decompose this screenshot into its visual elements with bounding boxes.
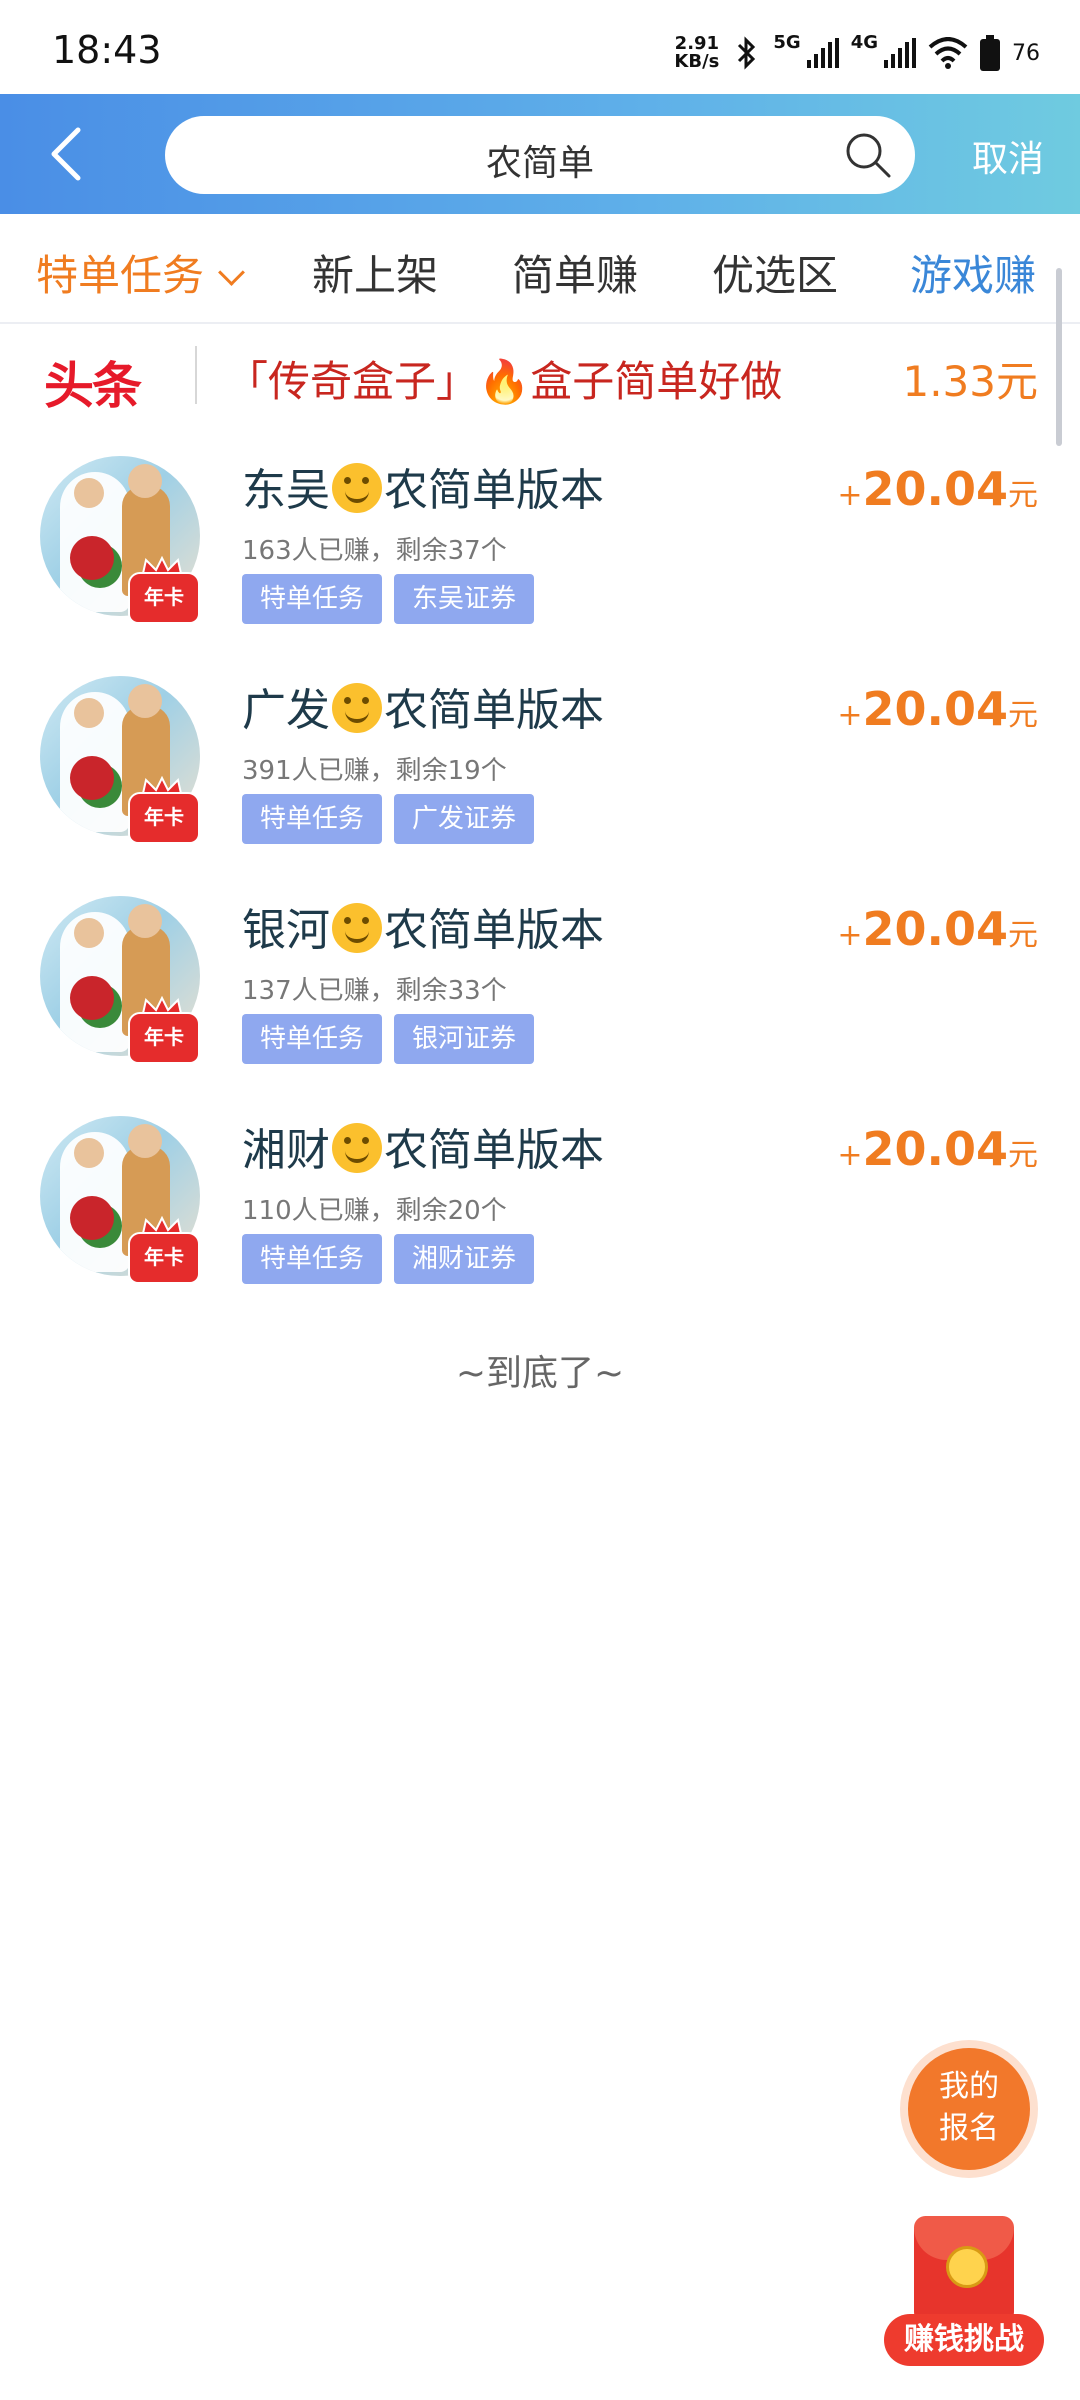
headline-banner[interactable]: 头条 「传奇盒子」🔥盒子简单好做 1.33元: [0, 324, 1080, 424]
status-icons: 2.91 KB/s 5G 4G 76: [674, 30, 1040, 76]
end-of-list-text: ~到底了~: [455, 1353, 625, 1394]
task-stats: 110人已赚，剩余20个: [242, 1196, 507, 1226]
task-list-item[interactable]: 年卡 银河 农简单版本 137人已赚，剩余33个 特单任务 银河证券 +20.04…: [0, 874, 1080, 1084]
headline-text[interactable]: 「传奇盒子」🔥盒子简单好做: [226, 348, 782, 409]
tag-category: 特单任务: [242, 574, 383, 624]
back-arrow-icon[interactable]: [40, 124, 100, 184]
earn-challenge-button[interactable]: 赚钱挑战: [884, 2216, 1044, 2366]
network-speed: 2.91 KB/s: [674, 33, 720, 72]
task-reward: +20.04元: [837, 462, 1038, 516]
hugging-face-emoji-icon: [332, 683, 382, 733]
cancel-button[interactable]: 取消: [972, 130, 1044, 182]
signal-5g-label: 5G: [773, 32, 801, 53]
tab-game-earn[interactable]: 游戏赚: [910, 242, 1036, 303]
task-reward: +20.04元: [837, 902, 1038, 956]
task-stats: 137人已赚，剩余33个: [242, 976, 507, 1006]
annual-card-badge: 年卡: [128, 1012, 200, 1064]
tag-broker: 银河证券: [394, 1014, 535, 1064]
task-list-item[interactable]: 年卡 东吴 农简单版本 163人已赚，剩余37个 特单任务 东吴证券 +20.04…: [0, 434, 1080, 644]
search-query[interactable]: 农简单: [165, 134, 915, 186]
annual-card-badge: 年卡: [128, 792, 200, 844]
tab-simple-earn[interactable]: 简单赚: [512, 242, 638, 303]
my-signups-button[interactable]: 我的 报名: [908, 2048, 1030, 2170]
task-title: 银河 农简单版本: [242, 903, 604, 956]
signal-4g-icon: [884, 38, 916, 68]
hugging-face-emoji-icon: [332, 463, 382, 513]
task-reward: +20.04元: [837, 682, 1038, 736]
search-input[interactable]: 农简单: [165, 116, 915, 194]
task-list-item[interactable]: 年卡 湘财 农简单版本 110人已赚，剩余20个 特单任务 湘财证券 +20.04…: [0, 1094, 1080, 1304]
hugging-face-emoji-icon: [332, 903, 382, 953]
clock: 18:43: [52, 28, 162, 72]
earn-challenge-label: 赚钱挑战: [884, 2314, 1044, 2366]
tab-new-arrivals[interactable]: 新上架: [312, 242, 438, 303]
annual-card-badge: 年卡: [128, 1232, 200, 1284]
chevron-down-icon: [218, 259, 245, 286]
divider: [195, 346, 197, 404]
headline-logo: 头条: [44, 357, 142, 415]
headline-price: 1.33元: [902, 357, 1038, 406]
signal-5g-icon: [806, 38, 839, 68]
task-title: 东吴 农简单版本: [242, 463, 604, 516]
task-reward: +20.04元: [837, 1122, 1038, 1176]
annual-card-badge: 年卡: [128, 572, 200, 624]
tag-broker: 东吴证券: [394, 574, 535, 624]
task-stats: 163人已赚，剩余37个: [242, 536, 507, 566]
red-envelope-icon: [914, 2216, 1014, 2326]
search-header: 农简单 取消: [0, 94, 1080, 214]
tab-selected-zone[interactable]: 优选区: [712, 242, 838, 303]
status-bar: 18:43 2.91 KB/s 5G 4G 76: [0, 0, 1080, 94]
wifi-icon: [928, 37, 968, 69]
category-tabs: 特单任务 新上架 简单赚 优选区 游戏赚: [0, 214, 1080, 324]
tag-broker: 湘财证券: [394, 1234, 535, 1284]
task-title: 湘财 农简单版本: [242, 1123, 604, 1176]
tag-category: 特单任务: [242, 1014, 383, 1064]
battery-level: 76: [1012, 40, 1040, 66]
task-title: 广发 农简单版本: [242, 683, 604, 736]
tag-category: 特单任务: [242, 1234, 383, 1284]
battery-icon: [980, 35, 1000, 71]
search-icon[interactable]: [843, 130, 893, 180]
hugging-face-emoji-icon: [332, 1123, 382, 1173]
tab-special-tasks[interactable]: 特单任务: [36, 242, 245, 303]
bluetooth-icon: [738, 36, 756, 70]
signal-4g-label: 4G: [850, 32, 878, 53]
tag-category: 特单任务: [242, 794, 383, 844]
task-list-item[interactable]: 年卡 广发 农简单版本 391人已赚，剩余19个 特单任务 广发证券 +20.04…: [0, 654, 1080, 864]
task-stats: 391人已赚，剩余19个: [242, 756, 507, 786]
tag-broker: 广发证券: [394, 794, 535, 844]
